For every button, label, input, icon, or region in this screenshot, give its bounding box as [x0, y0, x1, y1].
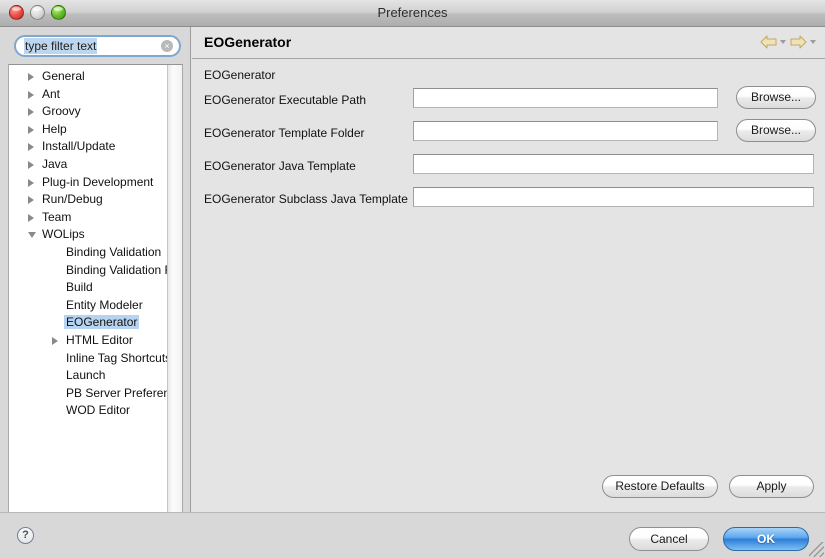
sidebar-item-label: Team	[42, 209, 72, 224]
preference-page: EOGenerator EOGenerator EOGenerator Exec…	[190, 27, 825, 512]
sidebar-item-label: Help	[42, 121, 67, 136]
field-input[interactable]	[413, 187, 814, 207]
sidebar-item-label: Entity Modeler	[66, 297, 143, 312]
sidebar-item-label: Install/Update	[42, 139, 116, 154]
chevron-down-icon[interactable]	[28, 232, 36, 239]
sidebar-item-label: Binding Validation Ru	[66, 262, 180, 277]
back-dropdown-caret-icon[interactable]	[780, 40, 786, 44]
help-icon[interactable]: ?	[17, 527, 34, 544]
forward-dropdown-caret-icon[interactable]	[810, 40, 816, 44]
sidebar-item-ant[interactable]: Ant	[9, 86, 167, 104]
sidebar-item-label: HTML Editor	[66, 332, 133, 347]
field-label: EOGenerator Template Folder	[204, 126, 365, 140]
sidebar-item-run-debug[interactable]: Run/Debug	[9, 191, 167, 209]
restore-defaults-button[interactable]: Restore Defaults	[602, 475, 718, 498]
group-label: EOGenerator	[204, 68, 276, 82]
sidebar-item-team[interactable]: Team	[9, 209, 167, 227]
page-header: EOGenerator	[191, 27, 825, 58]
apply-button[interactable]: Apply	[729, 475, 814, 498]
chevron-right-icon[interactable]	[28, 143, 34, 152]
sidebar-item-label: Run/Debug	[42, 192, 103, 207]
tree-list: General Ant Groovy Help Install/Update Java Pl…	[9, 68, 182, 420]
sidebar-item-label: PB Server Preferences	[66, 385, 183, 400]
sidebar-item-eogenerator[interactable]: EOGenerator	[9, 314, 167, 332]
sidebar-item-plug-in-development[interactable]: Plug-in Development	[9, 174, 167, 192]
sidebar-item-label: Build	[66, 280, 93, 295]
sidebar-item-label: EOGenerator	[64, 315, 140, 330]
sidebar-item-install-update[interactable]: Install/Update	[9, 138, 167, 156]
dialog-footer: ? Cancel OK	[0, 512, 825, 558]
sidebar-item-label: General	[42, 69, 85, 83]
sidebar-item-pb-server-preferences[interactable]: PB Server Preferences	[9, 385, 182, 403]
field-row: EOGenerator Executable Path Browse...	[191, 86, 825, 114]
sidebar-item-build[interactable]: Build	[9, 279, 167, 297]
field-input[interactable]	[413, 88, 718, 108]
sidebar-item-wod-editor[interactable]: WOD Editor	[9, 402, 167, 420]
field-label: EOGenerator Subclass Java Template	[204, 192, 408, 206]
sidebar-item-label: Plug-in Development	[42, 174, 154, 189]
field-label: EOGenerator Executable Path	[204, 93, 367, 107]
field-row: EOGenerator Java Template	[191, 154, 825, 180]
chevron-right-icon[interactable]	[28, 125, 34, 134]
filter-field-wrapper: type filter text ×	[14, 35, 181, 57]
sidebar-item-label: WOD Editor	[66, 403, 131, 418]
chevron-right-icon[interactable]	[28, 196, 34, 205]
back-arrow-icon[interactable]	[760, 35, 777, 49]
tree-vertical-scrollbar[interactable]	[167, 65, 182, 513]
sidebar-item-groovy[interactable]: Groovy	[9, 103, 167, 121]
field-input[interactable]	[413, 154, 814, 174]
sidebar-item-java[interactable]: Java	[9, 156, 167, 174]
page-title: EOGenerator	[204, 34, 292, 50]
field-row: EOGenerator Subclass Java Template	[191, 187, 825, 213]
sidebar-item-label: Java	[42, 156, 68, 171]
field-row: EOGenerator Template Folder Browse...	[191, 119, 825, 147]
chevron-right-icon[interactable]	[28, 108, 34, 117]
window-title: Preferences	[377, 5, 448, 20]
sidebar-item-html-editor[interactable]: HTML Editor	[9, 332, 167, 350]
sidebar-item-general[interactable]: General	[9, 68, 167, 86]
back-nav-group[interactable]	[760, 35, 786, 49]
sidebar-item-label: WOLips	[42, 227, 85, 242]
history-navigation	[760, 35, 816, 49]
chevron-right-icon[interactable]	[52, 336, 58, 345]
sidebar-item-label: Ant	[42, 86, 61, 101]
title-bar: Preferences	[0, 0, 825, 27]
preferences-window: Preferences ( o | 4 O / - i c e rn n v p…	[0, 0, 825, 558]
sidebar-item-label: Binding Validation	[66, 244, 162, 259]
field-label: EOGenerator Java Template	[204, 159, 356, 173]
sidebar-item-binding-validation-ru[interactable]: Binding Validation Ru	[9, 262, 180, 280]
chevron-right-icon[interactable]	[28, 160, 34, 169]
browse-button[interactable]: Browse...	[736, 119, 816, 142]
sidebar-item-label: Launch	[66, 368, 106, 383]
cancel-button[interactable]: Cancel	[629, 527, 709, 551]
chevron-right-icon[interactable]	[28, 73, 34, 81]
sidebar-item-wolips[interactable]: WOLips	[9, 226, 167, 244]
browse-button[interactable]: Browse...	[736, 86, 816, 109]
forward-arrow-icon[interactable]	[790, 35, 807, 49]
sidebar-item-inline-tag-shortcuts[interactable]: Inline Tag Shortcuts	[9, 350, 171, 368]
sidebar-item-entity-modeler[interactable]: Entity Modeler	[9, 297, 167, 315]
preferences-tree[interactable]: General Ant Groovy Help Install/Update Java Pl…	[8, 64, 183, 514]
chevron-right-icon[interactable]	[28, 178, 34, 187]
clear-search-icon[interactable]: ×	[161, 40, 173, 52]
chevron-right-icon[interactable]	[28, 90, 34, 99]
field-input[interactable]	[413, 121, 718, 141]
sidebar-item-label: Groovy	[42, 104, 81, 119]
sidebar-item-label: Inline Tag Shortcuts	[66, 350, 172, 365]
resize-grip[interactable]	[809, 542, 824, 557]
sidebar-item-help[interactable]: Help	[9, 121, 167, 139]
sidebar-item-launch[interactable]: Launch	[9, 367, 167, 385]
header-separator	[192, 58, 825, 59]
forward-nav-group[interactable]	[790, 35, 816, 49]
ok-button[interactable]: OK	[723, 527, 809, 551]
sidebar-item-binding-validation[interactable]: Binding Validation	[9, 244, 167, 262]
sidebar: type filter text × General Ant Groovy Help I…	[0, 27, 190, 531]
search-input-value[interactable]: type filter text	[24, 38, 98, 54]
chevron-right-icon[interactable]	[28, 213, 34, 222]
